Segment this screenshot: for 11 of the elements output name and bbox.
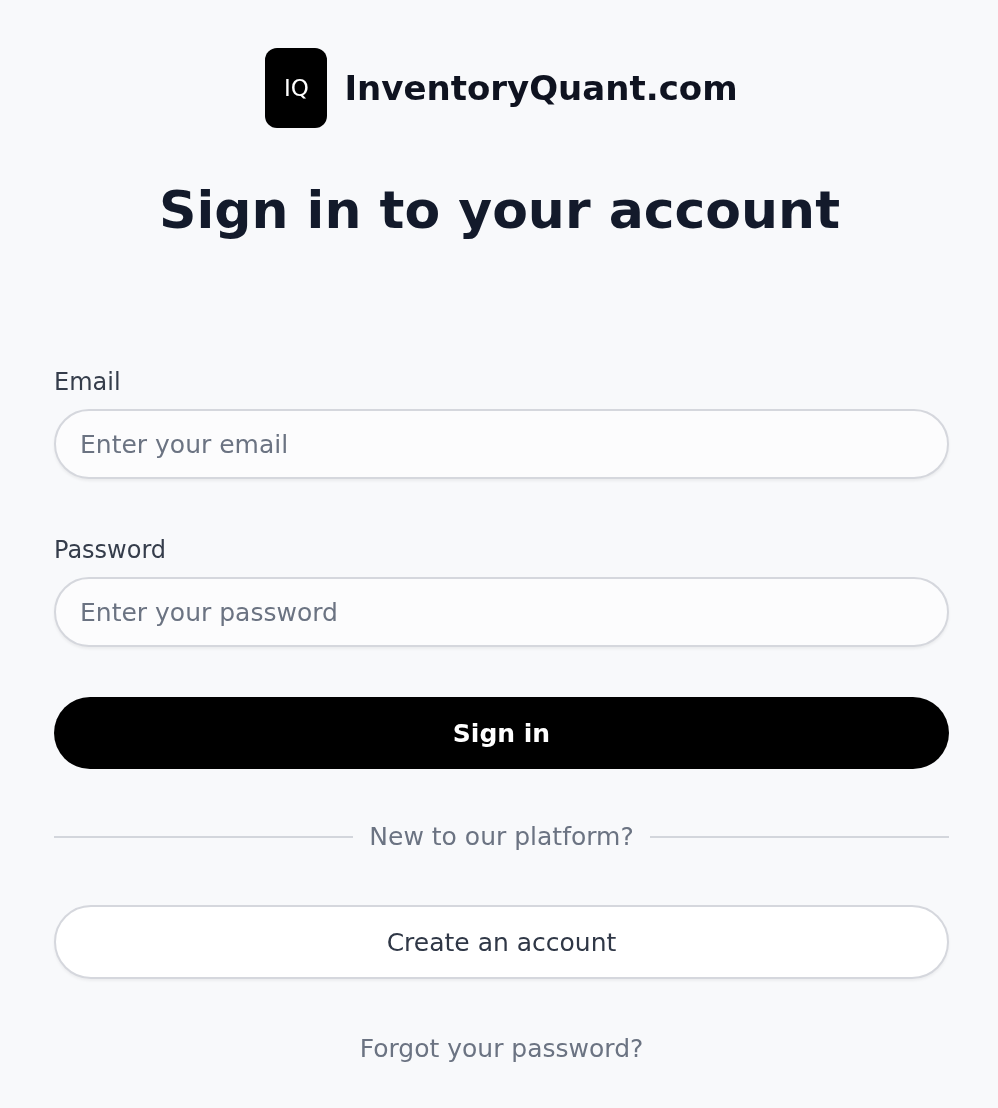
forgot-password-link[interactable]: Forgot your password?	[359, 1033, 644, 1066]
field-label: Email	[54, 367, 121, 398]
field-label: Password	[54, 535, 167, 566]
divider-text: New to our platform?	[369, 821, 634, 854]
page-title: Sign in to your account	[158, 179, 841, 242]
sign-in-button[interactable]: Sign in	[54, 697, 949, 770]
input-field[interactable]: Enter your password	[54, 577, 949, 648]
create-account-button[interactable]: Create an account	[54, 905, 949, 980]
logo-icon: IQ	[265, 48, 328, 128]
input-field[interactable]: Enter your email	[54, 409, 949, 480]
brand-name: InventoryQuant.com	[344, 68, 738, 108]
